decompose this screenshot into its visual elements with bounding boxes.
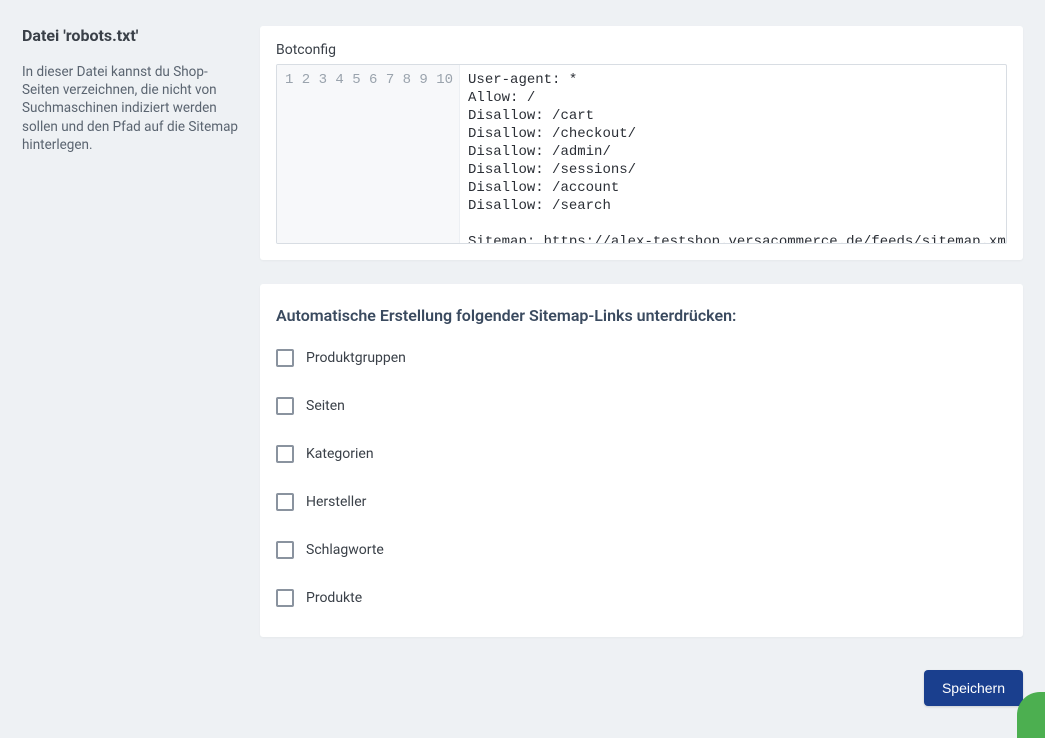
checkbox-label: Seiten xyxy=(306,398,345,414)
checkbox-row-produktgruppen[interactable]: Produktgruppen xyxy=(276,349,1007,367)
sidebar: Datei 'robots.txt' In dieser Datei kanns… xyxy=(22,26,260,154)
checkbox-row-kategorien[interactable]: Kategorien xyxy=(276,445,1007,463)
sidebar-description: In dieser Datei kannst du Shop-Seiten ve… xyxy=(22,63,242,154)
checkbox-label: Hersteller xyxy=(306,494,366,510)
checkbox-row-schlagworte[interactable]: Schlagworte xyxy=(276,541,1007,559)
checkbox-row-produkte[interactable]: Produkte xyxy=(276,589,1007,607)
checkbox-label: Kategorien xyxy=(306,446,374,462)
main-content: Botconfig 1 2 3 4 5 6 7 8 9 10 User-agen… xyxy=(260,26,1023,661)
checkbox[interactable] xyxy=(276,397,294,415)
save-button[interactable]: Speichern xyxy=(924,670,1023,706)
checkbox[interactable] xyxy=(276,445,294,463)
robots-editor-card: Botconfig 1 2 3 4 5 6 7 8 9 10 User-agen… xyxy=(260,26,1023,260)
checkbox[interactable] xyxy=(276,349,294,367)
sitemap-card-title: Automatische Erstellung folgender Sitema… xyxy=(276,300,1007,325)
checkbox[interactable] xyxy=(276,541,294,559)
checkbox-label: Schlagworte xyxy=(306,542,384,558)
checkbox-label: Produkte xyxy=(306,590,362,606)
checkbox[interactable] xyxy=(276,589,294,607)
code-area[interactable]: User-agent: * Allow: / Disallow: /cart D… xyxy=(460,65,1006,243)
checkbox-label: Produktgruppen xyxy=(306,350,406,366)
editor-label: Botconfig xyxy=(276,42,1007,58)
sidebar-title: Datei 'robots.txt' xyxy=(22,26,242,45)
line-gutter: 1 2 3 4 5 6 7 8 9 10 xyxy=(277,65,460,243)
code-editor[interactable]: 1 2 3 4 5 6 7 8 9 10 User-agent: * Allow… xyxy=(276,64,1007,244)
checkbox[interactable] xyxy=(276,493,294,511)
checkbox-row-hersteller[interactable]: Hersteller xyxy=(276,493,1007,511)
checkbox-row-seiten[interactable]: Seiten xyxy=(276,397,1007,415)
sitemap-suppress-card: Automatische Erstellung folgender Sitema… xyxy=(260,284,1023,637)
